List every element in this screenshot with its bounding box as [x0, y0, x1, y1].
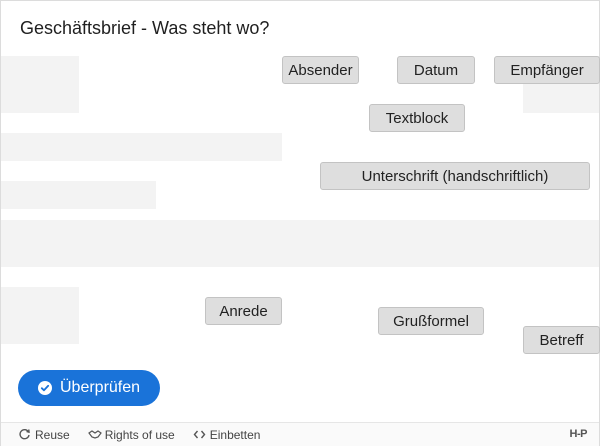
rights-of-use-label: Rights of use	[104, 427, 175, 442]
draggable-absender[interactable]: Absender	[282, 56, 359, 84]
draggable-empfaenger[interactable]: Empfänger	[494, 56, 600, 84]
draggable-datum[interactable]: Datum	[397, 56, 475, 84]
task-title: Geschäftsbrief - Was steht wo?	[20, 18, 270, 38]
draggable-textblock[interactable]: Textblock	[369, 104, 465, 132]
check-button-label: Überprüfen	[60, 379, 141, 396]
draggable-anrede[interactable]: Anrede	[205, 297, 282, 325]
reuse-label: Reuse	[35, 427, 70, 442]
drop-zone-1[interactable]	[1, 56, 79, 113]
h5p-logo[interactable]: H-P	[570, 428, 588, 440]
rights-of-use-button[interactable]: Rights of use	[87, 427, 175, 442]
drop-zone-4[interactable]	[1, 181, 156, 209]
drop-zone-3[interactable]	[1, 133, 282, 161]
draggable-betreff[interactable]: Betreff	[523, 326, 600, 354]
reuse-button[interactable]: Reuse	[18, 428, 70, 442]
drop-zone-5[interactable]	[1, 220, 599, 267]
drop-zone-6[interactable]	[1, 287, 79, 344]
embed-button[interactable]: Einbetten	[193, 427, 261, 442]
h5p-drag-and-drop-container: Geschäftsbrief - Was steht wo? Absender …	[0, 0, 600, 446]
check-button[interactable]: Überprüfen	[18, 370, 160, 406]
check-circle-icon	[38, 381, 52, 395]
footer-bar: Reuse Rights of use Einbetten H-P	[1, 422, 599, 446]
draggable-grussformel[interactable]: Grußformel	[378, 307, 484, 335]
code-icon	[193, 428, 206, 441]
reuse-icon	[18, 428, 31, 441]
handshake-icon	[87, 428, 102, 441]
draggable-unterschrift[interactable]: Unterschrift (handschriftlich)	[320, 162, 590, 190]
embed-label: Einbetten	[209, 427, 261, 442]
